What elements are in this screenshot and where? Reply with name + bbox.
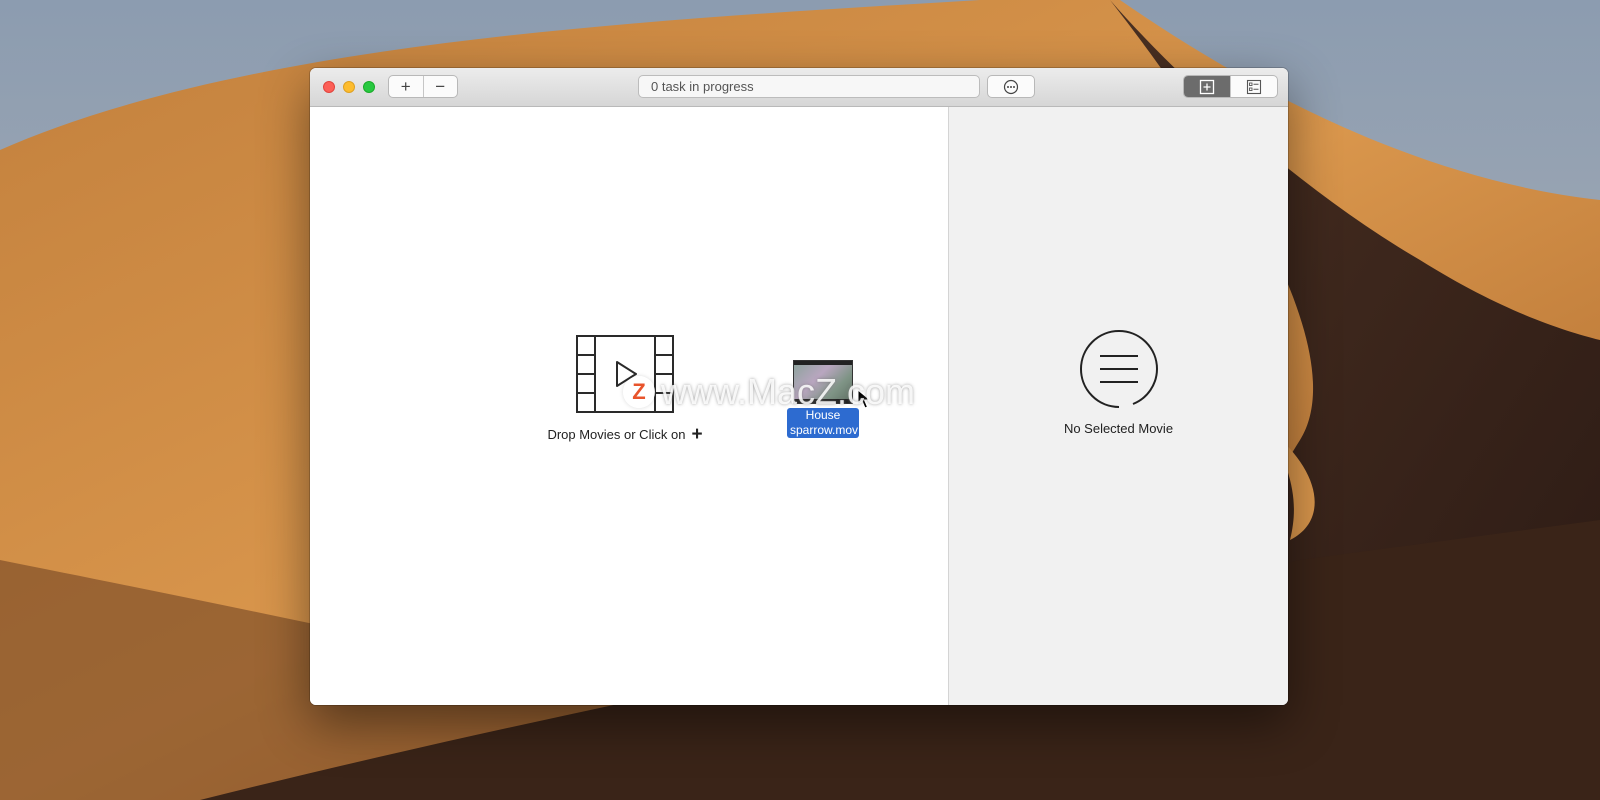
- mouse-cursor-icon: [857, 389, 871, 409]
- title-bar[interactable]: + − 0 task in progress: [310, 68, 1288, 107]
- task-status-field: 0 task in progress: [638, 75, 980, 98]
- more-options-button[interactable]: [987, 75, 1035, 98]
- task-status-text: 0 task in progress: [651, 79, 754, 94]
- plus-icon: +: [691, 423, 703, 445]
- movie-thumbnail: [793, 360, 853, 404]
- no-selected-movie-text: No Selected Movie: [1063, 421, 1174, 436]
- plus-square-icon: [1199, 79, 1215, 94]
- drop-hint: Drop Movies or Click on +: [547, 423, 703, 445]
- dragged-file-name: House sparrow.mov: [787, 408, 859, 438]
- checklist-icon: [1246, 79, 1262, 94]
- app-window: + − 0 task in progress Drop Movies or Cl…: [310, 68, 1288, 705]
- minimize-window-button[interactable]: [343, 81, 355, 93]
- list-view-tab[interactable]: [1230, 76, 1277, 97]
- view-mode-segmented-control: [1183, 75, 1278, 98]
- film-play-icon: [576, 335, 674, 413]
- dragged-file[interactable]: House sparrow.mov: [783, 360, 863, 438]
- file-name-line-1: House: [805, 408, 841, 422]
- list-circle-icon: [1079, 330, 1158, 408]
- drop-placeholder: Drop Movies or Click on +: [540, 335, 710, 445]
- drop-hint-text: Drop Movies or Click on: [547, 427, 686, 442]
- add-remove-segmented-control: + −: [388, 75, 458, 98]
- remove-movie-button[interactable]: −: [422, 76, 458, 97]
- empty-selection: No Selected Movie: [949, 329, 1288, 436]
- add-view-tab[interactable]: [1184, 76, 1230, 97]
- add-movie-button[interactable]: +: [389, 76, 423, 97]
- zoom-window-button[interactable]: [363, 81, 375, 93]
- file-name-line-2: sparrow.mov: [790, 423, 859, 437]
- inspector-panel: No Selected Movie: [948, 107, 1288, 705]
- ellipsis-circle-icon: [1003, 79, 1019, 94]
- drop-zone[interactable]: Drop Movies or Click on + House sparrow.…: [310, 107, 948, 705]
- close-window-button[interactable]: [323, 81, 335, 93]
